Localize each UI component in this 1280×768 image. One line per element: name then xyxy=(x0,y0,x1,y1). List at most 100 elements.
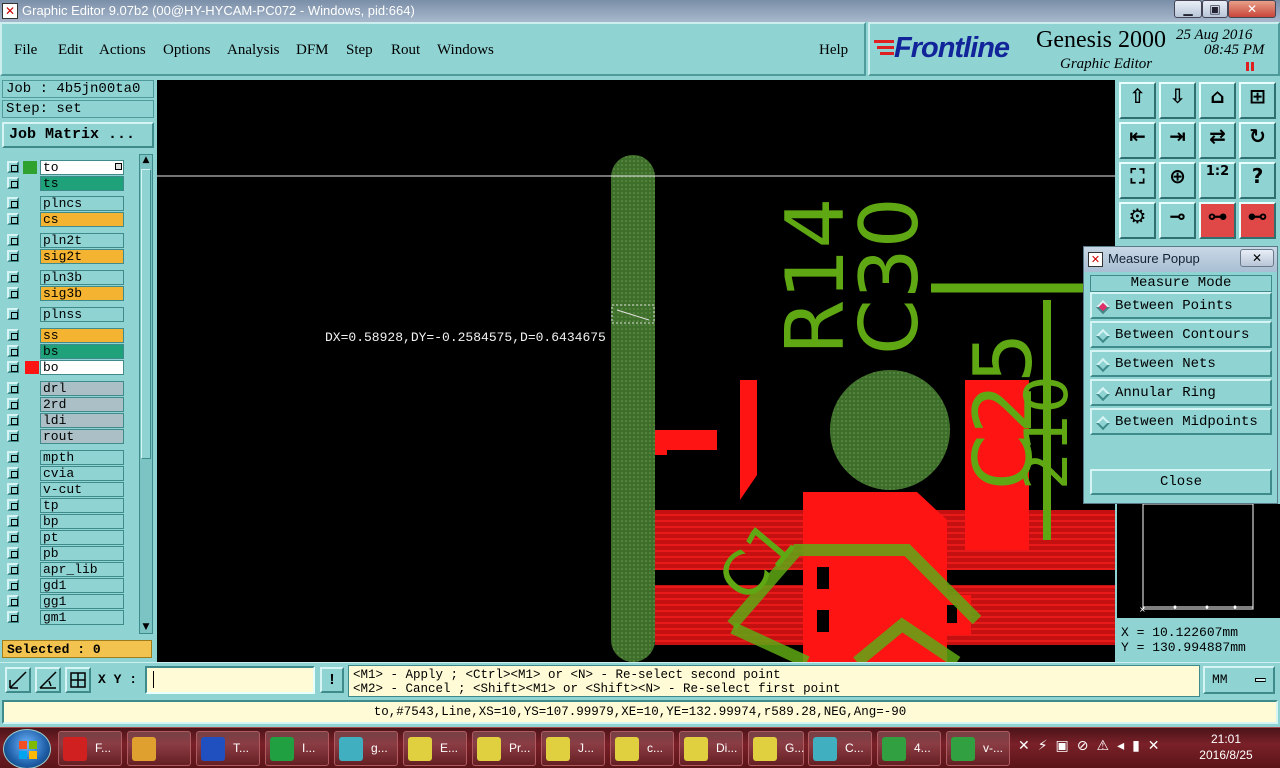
layer-checkbox[interactable] xyxy=(7,308,19,320)
taskbar-item[interactable]: Pr... xyxy=(472,731,536,766)
measure-option[interactable]: Between Points xyxy=(1090,292,1272,319)
menu-dfm[interactable]: DFM xyxy=(296,42,329,59)
layer-checkbox[interactable] xyxy=(7,515,19,527)
menu-rout[interactable]: Rout xyxy=(391,42,420,59)
layer-name[interactable]: mpth xyxy=(40,450,124,465)
layer-name[interactable]: bs xyxy=(40,344,124,359)
layer-row[interactable]: gd1 xyxy=(3,577,125,593)
overview-map[interactable]: × xyxy=(1117,503,1280,618)
layer-checkbox[interactable] xyxy=(7,595,19,607)
help-button[interactable]: ? xyxy=(1239,162,1276,199)
job-matrix-button[interactable]: Job Matrix ... xyxy=(2,122,154,148)
radio-icon[interactable] xyxy=(1095,386,1111,402)
scale-button[interactable]: 1:2 xyxy=(1199,162,1236,199)
layer-row[interactable]: drl xyxy=(3,380,125,396)
layer-name[interactable]: pln3b xyxy=(40,270,124,285)
layer-row[interactable]: sig3b xyxy=(3,285,125,301)
units-select[interactable]: MM xyxy=(1203,666,1275,694)
layer-name[interactable]: bp xyxy=(40,514,124,529)
layer-expand-icon[interactable] xyxy=(115,163,122,170)
layer-list-scrollbar[interactable]: ▲ ▼ xyxy=(139,154,153,634)
system-tray-icons[interactable]: ✕⚡▣⊘⚠◂▮✕ xyxy=(1018,738,1168,754)
layer-checkbox[interactable] xyxy=(7,197,19,209)
zoom-back-button[interactable]: ⇄ xyxy=(1199,122,1236,159)
layer-row[interactable]: tp xyxy=(3,497,125,513)
radio-icon[interactable] xyxy=(1095,357,1111,373)
taskbar-item[interactable]: g... xyxy=(334,731,398,766)
layer-checkbox[interactable] xyxy=(7,161,19,173)
layer-name[interactable]: bo xyxy=(40,360,124,375)
radio-icon[interactable] xyxy=(1095,299,1111,315)
layer-checkbox[interactable] xyxy=(7,382,19,394)
angle-snap-button[interactable] xyxy=(35,667,61,693)
layer-checkbox[interactable] xyxy=(7,579,19,591)
pan-right-button[interactable]: ⇥ xyxy=(1159,122,1196,159)
menu-windows[interactable]: Windows xyxy=(437,42,494,59)
layer-row[interactable]: bs xyxy=(3,343,125,359)
taskbar-item[interactable]: c... xyxy=(610,731,674,766)
layer-checkbox[interactable] xyxy=(7,467,19,479)
layer-row[interactable]: bp xyxy=(3,513,125,529)
layer-name[interactable]: ldi xyxy=(40,413,124,428)
taskbar-item[interactable]: I... xyxy=(265,731,329,766)
layer-checkbox[interactable] xyxy=(7,531,19,543)
layer-checkbox[interactable] xyxy=(7,250,19,262)
layer-row[interactable]: mpth xyxy=(3,449,125,465)
layer-name[interactable]: plnss xyxy=(40,307,124,322)
layer-name[interactable]: plncs xyxy=(40,196,124,211)
layer-checkbox[interactable] xyxy=(7,611,19,623)
layer-row[interactable]: plncs xyxy=(3,195,125,211)
layer-checkbox[interactable] xyxy=(7,451,19,463)
menu-edit[interactable]: Edit xyxy=(58,42,83,59)
layer-name[interactable]: apr_lib xyxy=(40,562,124,577)
taskbar-item[interactable] xyxy=(127,731,191,766)
layer-checkbox[interactable] xyxy=(7,398,19,410)
layer-checkbox[interactable] xyxy=(7,563,19,575)
layer-row[interactable]: rout xyxy=(3,428,125,444)
layer-row[interactable]: pln3b xyxy=(3,269,125,285)
layer-row[interactable]: cs xyxy=(3,211,125,227)
snap-mode-button[interactable] xyxy=(5,667,31,693)
layer-name[interactable]: to xyxy=(40,160,124,175)
pad-button[interactable]: ⊸ xyxy=(1159,202,1196,239)
layer-row[interactable]: cvia xyxy=(3,465,125,481)
taskbar-item[interactable]: J... xyxy=(541,731,605,766)
popup-close-icon[interactable]: ✕ xyxy=(1240,249,1274,267)
scroll-thumb[interactable] xyxy=(141,169,151,459)
layer-name[interactable]: gd1 xyxy=(40,578,124,593)
scroll-down-icon[interactable]: ▼ xyxy=(141,622,151,632)
layer-row[interactable]: ss xyxy=(3,327,125,343)
snap-edit-button[interactable]: ⚙ xyxy=(1119,202,1156,239)
layer-name[interactable]: sig2t xyxy=(40,249,124,264)
layer-row[interactable]: apr_lib xyxy=(3,561,125,577)
layer-row[interactable]: 2rd xyxy=(3,396,125,412)
layer-row[interactable]: bo xyxy=(3,359,125,375)
menu-analysis[interactable]: Analysis xyxy=(227,42,280,59)
layer-checkbox[interactable] xyxy=(7,547,19,559)
taskbar-item[interactable]: C... xyxy=(808,731,872,766)
menu-file[interactable]: File xyxy=(14,42,37,59)
menu-help[interactable]: Help xyxy=(819,42,848,59)
pan-left-button[interactable]: ⇤ xyxy=(1119,122,1156,159)
menu-actions[interactable]: Actions xyxy=(99,42,146,59)
layer-name[interactable]: 2rd xyxy=(40,397,124,412)
layer-checkbox[interactable] xyxy=(7,345,19,357)
zoom-center-button[interactable]: ⊕ xyxy=(1159,162,1196,199)
close-window-button[interactable]: ✕ xyxy=(1228,0,1276,18)
layer-checkbox[interactable] xyxy=(7,177,19,189)
layer-row[interactable]: ldi xyxy=(3,412,125,428)
home-button[interactable]: ⌂ xyxy=(1199,82,1236,119)
taskbar-item[interactable]: Di... xyxy=(679,731,743,766)
layer-checkbox[interactable] xyxy=(7,414,19,426)
layer-row[interactable]: plnss xyxy=(3,306,125,322)
layer-checkbox[interactable] xyxy=(7,361,19,373)
xy-input[interactable] xyxy=(145,666,315,694)
measure-option[interactable]: Annular Ring xyxy=(1090,379,1272,406)
taskbar-item[interactable]: 4... xyxy=(877,731,941,766)
layer-row[interactable]: pb xyxy=(3,545,125,561)
graphic-canvas[interactable]: R14 C30 C25 C1 210 DX=0.58928,DY=-0.2584… xyxy=(157,80,1115,662)
layer-name[interactable]: ss xyxy=(40,328,124,343)
layer-name[interactable]: cvia xyxy=(40,466,124,481)
up-arrow-button[interactable]: ⇧ xyxy=(1119,82,1156,119)
taskbar-item[interactable]: F... xyxy=(58,731,122,766)
